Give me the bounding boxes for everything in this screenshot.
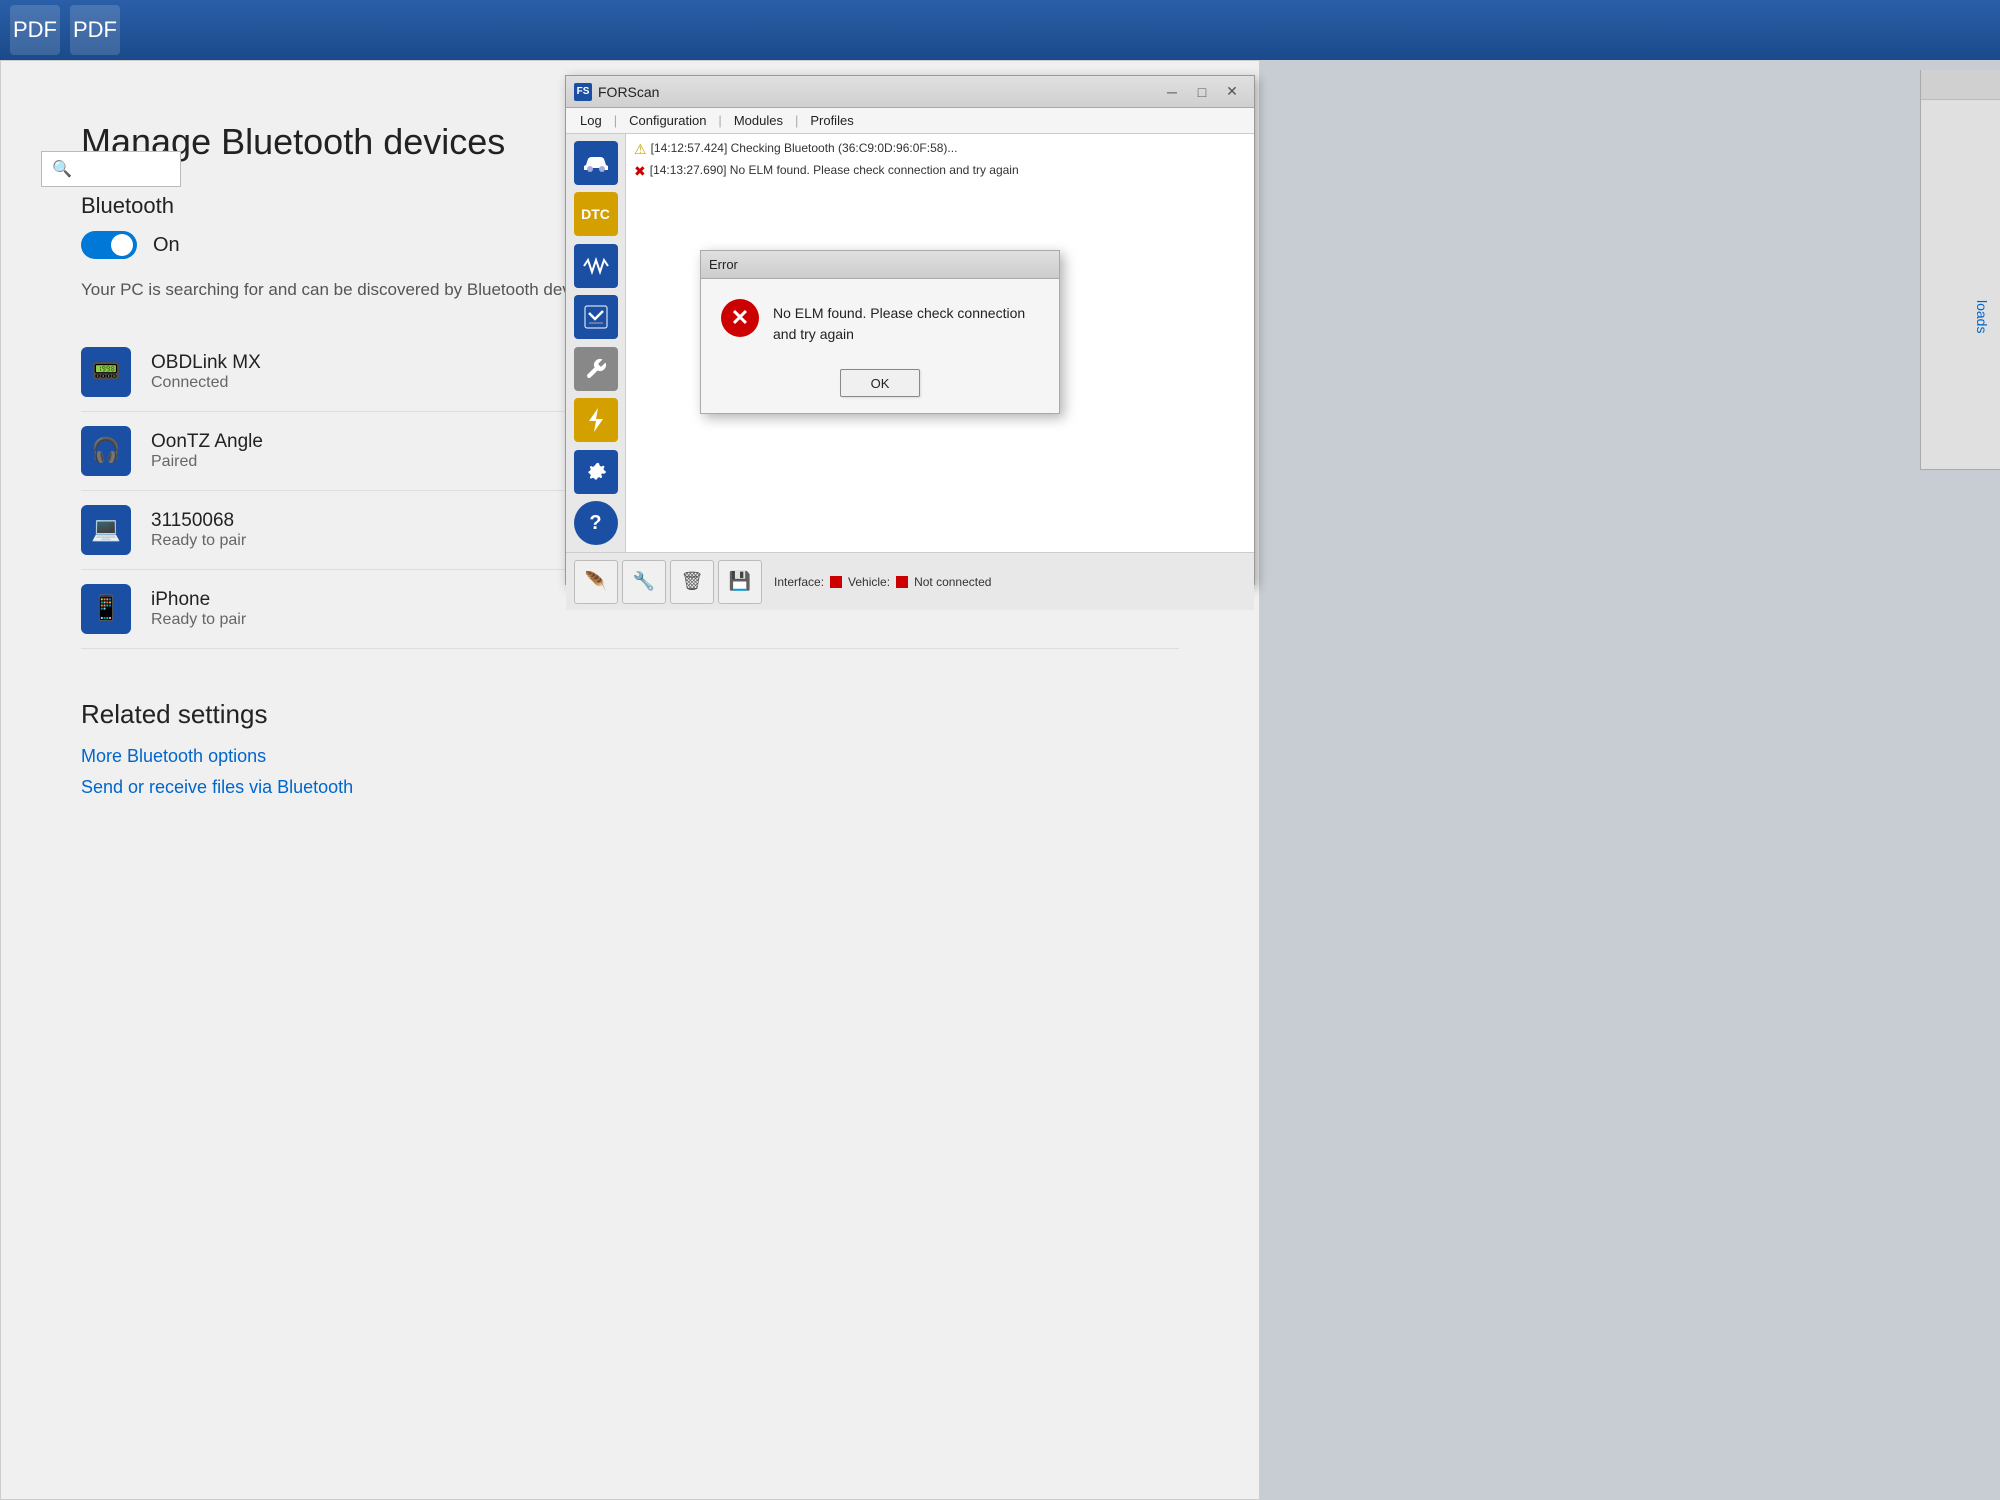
oontz-icon: 🎧 — [81, 426, 131, 476]
31150068-icon: 💻 — [81, 505, 131, 555]
save-btn[interactable]: 💾 — [718, 560, 762, 604]
sidebar-wave-btn[interactable] — [570, 241, 622, 291]
error-dialog-title: Error — [709, 257, 738, 272]
ok-button[interactable]: OK — [840, 369, 920, 397]
interface-status-dot — [830, 576, 842, 588]
connection-status: Not connected — [914, 575, 991, 589]
sidebar-dtc-btn[interactable]: DTC — [570, 190, 622, 240]
sidebar-wrench-btn[interactable] — [570, 344, 622, 394]
error-icon: ✖ — [634, 162, 646, 182]
related-settings-title: Related settings — [81, 699, 1179, 730]
second-window-titlebar — [1921, 70, 2000, 100]
taskbar-pdf-icon-2[interactable]: PDF — [70, 5, 120, 55]
menu-separator-3: | — [795, 113, 798, 128]
log-text-2: [14:13:27.690] No ELM found. Please chec… — [650, 162, 1019, 179]
menu-log[interactable]: Log — [570, 111, 612, 130]
forscan-title-area: FS FORScan — [574, 83, 659, 101]
tool-btn[interactable]: 🔧 — [622, 560, 666, 604]
iphone-name: iPhone — [151, 589, 246, 611]
error-dialog-body: ✕ No ELM found. Please check connection … — [701, 279, 1059, 361]
interface-label: Interface: — [774, 575, 824, 589]
forscan-sidebar: DTC — [566, 134, 626, 552]
oontz-name: OonTZ Angle — [151, 431, 263, 453]
vehicle-status-dot — [896, 576, 908, 588]
menu-profiles[interactable]: Profiles — [800, 111, 863, 130]
oontz-info: OonTZ Angle Paired — [151, 431, 263, 471]
obdlink-name: OBDLink MX — [151, 352, 261, 374]
error-dialog-titlebar: Error — [701, 251, 1059, 279]
bluetooth-toggle[interactable] — [81, 231, 137, 259]
31150068-name: 31150068 — [151, 510, 246, 532]
search-icon: 🔍 — [52, 159, 72, 179]
sidebar-check-btn[interactable] — [570, 293, 622, 343]
obdlink-icon: 📟 — [81, 347, 131, 397]
second-window-partial: loads — [1920, 70, 2000, 470]
error-dialog-footer: OK — [701, 361, 1059, 413]
31150068-info: 31150068 Ready to pair — [151, 510, 246, 550]
log-line-1: ⚠ [14:12:57.424] Checking Bluetooth (36:… — [634, 140, 1246, 160]
obdlink-info: OBDLink MX Connected — [151, 352, 261, 392]
forscan-titlebar: FS FORScan ─ □ ✕ — [566, 76, 1254, 108]
warn-icon: ⚠ — [634, 140, 647, 160]
second-window-partial-text: loads — [1974, 300, 1990, 333]
log-text-1: [14:12:57.424] Checking Bluetooth (36:C9… — [651, 140, 958, 157]
more-bluetooth-options-link[interactable]: More Bluetooth options — [81, 746, 1179, 767]
error-message-text: No ELM found. Please check connection an… — [773, 299, 1039, 345]
obdlink-status: Connected — [151, 374, 261, 392]
trash-btn[interactable]: 🗑 — [670, 560, 714, 604]
settings-search-box[interactable]: 🔍 — [41, 151, 181, 187]
maximize-button[interactable]: □ — [1188, 80, 1216, 104]
forscan-menubar: Log | Configuration | Modules | Profiles — [566, 108, 1254, 134]
minimize-button[interactable]: ─ — [1158, 80, 1186, 104]
menu-separator-2: | — [718, 113, 721, 128]
car-icon — [574, 141, 618, 185]
toggle-state-label: On — [153, 234, 180, 257]
error-dialog: Error ✕ No ELM found. Please check conne… — [700, 250, 1060, 414]
forscan-bottom-toolbar: 🪶 🔧 🗑 💾 Interface: Vehicle: Not connecte… — [566, 552, 1254, 610]
error-x-icon: ✕ — [731, 305, 749, 331]
bolt-icon — [574, 398, 618, 442]
taskbar-pdf-icon-1[interactable]: PDF — [10, 5, 60, 55]
send-receive-files-link[interactable]: Send or receive files via Bluetooth — [81, 777, 1179, 798]
feather-btn[interactable]: 🪶 — [574, 560, 618, 604]
forscan-app-icon: FS — [574, 83, 592, 101]
menu-modules[interactable]: Modules — [724, 111, 793, 130]
oontz-status: Paired — [151, 453, 263, 471]
sidebar-car-btn[interactable] — [570, 138, 622, 188]
sidebar-bolt-btn[interactable] — [570, 396, 622, 446]
sidebar-help-btn[interactable]: ? — [570, 499, 622, 549]
forscan-status-bar: Interface: Vehicle: Not connected — [774, 575, 991, 589]
error-icon-circle: ✕ — [721, 299, 759, 337]
vehicle-label: Vehicle: — [848, 575, 890, 589]
close-button[interactable]: ✕ — [1218, 80, 1246, 104]
menu-separator-1: | — [614, 113, 617, 128]
toggle-knob — [111, 234, 133, 256]
taskbar: PDF PDF — [0, 0, 2000, 60]
window-controls: ─ □ ✕ — [1158, 80, 1246, 104]
wrench-icon — [574, 347, 618, 391]
iphone-status: Ready to pair — [151, 611, 246, 629]
dtc-icon: DTC — [574, 192, 618, 236]
iphone-info: iPhone Ready to pair — [151, 589, 246, 629]
check-icon — [574, 295, 618, 339]
bluetooth-description: Your PC is searching for and can be disc… — [81, 277, 641, 303]
31150068-status: Ready to pair — [151, 532, 246, 550]
log-line-2: ✖ [14:13:27.690] No ELM found. Please ch… — [634, 162, 1246, 182]
help-icon: ? — [574, 501, 618, 545]
forscan-title-text: FORScan — [598, 84, 659, 100]
sidebar-gear-btn[interactable] — [570, 447, 622, 497]
menu-configuration[interactable]: Configuration — [619, 111, 716, 130]
gear-icon — [574, 450, 618, 494]
iphone-icon: 📱 — [81, 584, 131, 634]
wave-icon — [574, 244, 618, 288]
